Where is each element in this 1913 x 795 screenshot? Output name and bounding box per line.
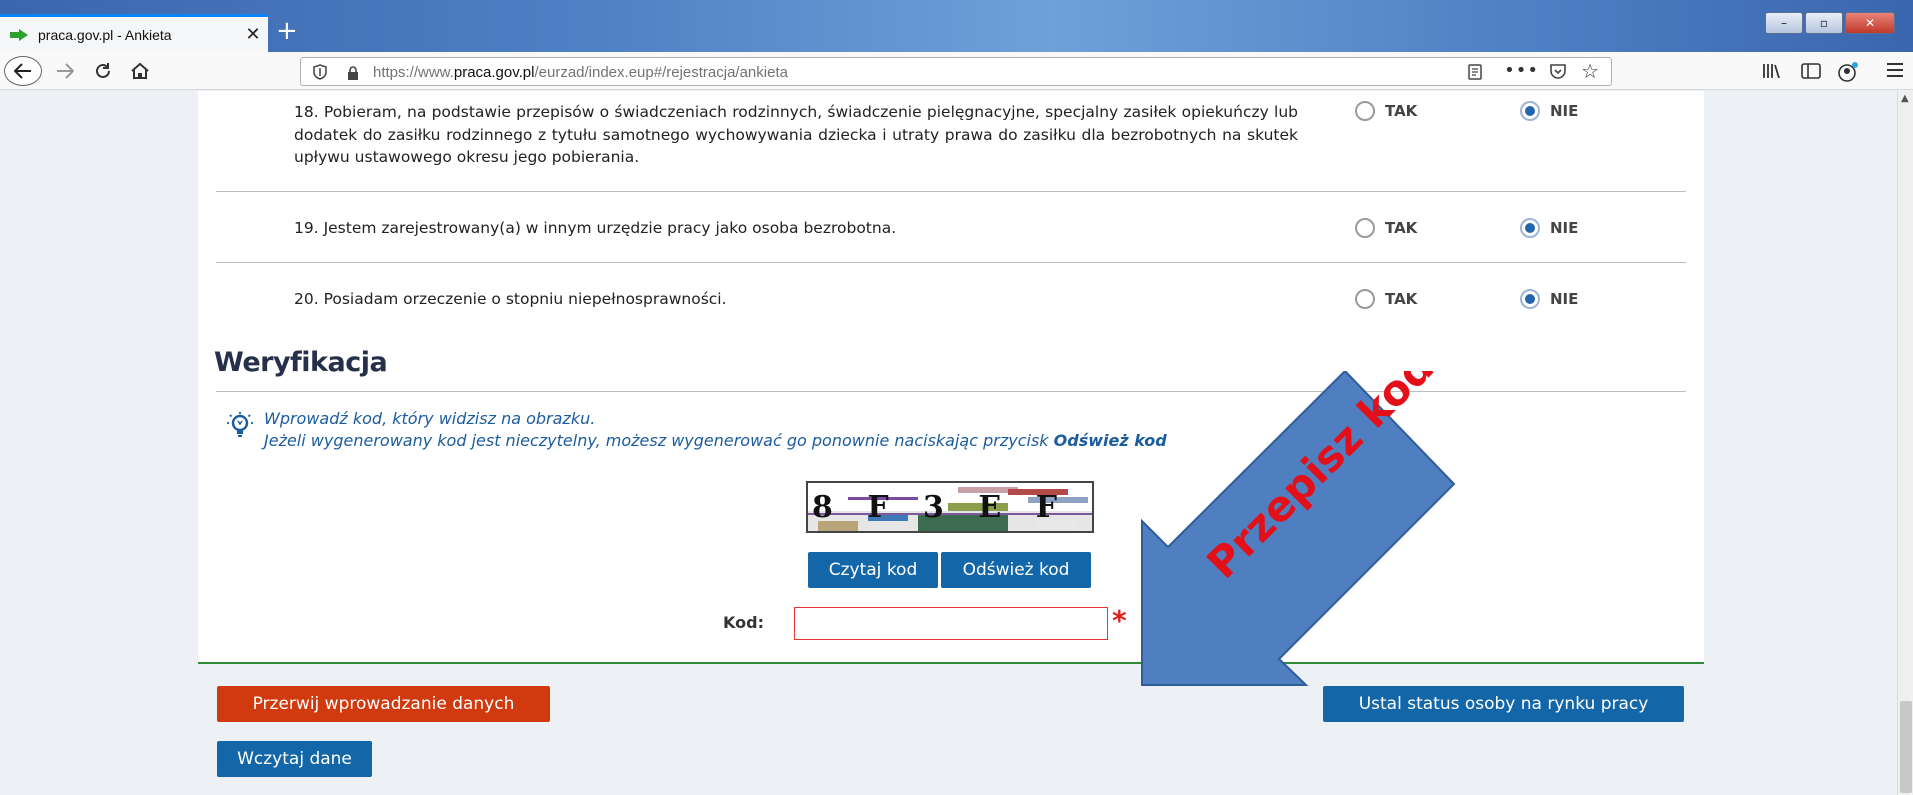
- verification-hint-line2: Jeżeli wygenerowany kod jest nieczytelny…: [264, 431, 1167, 450]
- library-icon[interactable]: [1762, 62, 1782, 84]
- navigation-toolbar: https://www.praca.gov.pl/eurzad/index.eu…: [0, 52, 1913, 90]
- forward-arrow-icon: [57, 63, 74, 79]
- refresh-code-button[interactable]: Odśwież kod: [941, 552, 1091, 588]
- new-tab-button[interactable]: +: [276, 18, 298, 44]
- option-label: NIE: [1550, 102, 1579, 120]
- window-title-bar: praca.gov.pl - Ankieta ✕ + – ▫ ✕: [0, 0, 1913, 52]
- hamburger-menu-icon[interactable]: [1886, 62, 1904, 82]
- option-label: TAK: [1385, 290, 1418, 308]
- tracking-shield-icon[interactable]: [313, 64, 327, 84]
- home-button[interactable]: [126, 57, 154, 85]
- radio-button[interactable]: [1355, 289, 1375, 309]
- question-20-option-tak[interactable]: TAK: [1355, 289, 1417, 309]
- option-label: NIE: [1550, 290, 1579, 308]
- maximize-button[interactable]: ▫: [1805, 12, 1843, 34]
- question-18-option-tak[interactable]: TAK: [1355, 101, 1417, 121]
- determine-status-button[interactable]: Ustal status osoby na rynku pracy: [1323, 686, 1684, 722]
- scroll-up-arrow-icon[interactable]: ▲: [1901, 93, 1909, 104]
- question-20-text: 20. Posiadam orzeczenie o stopniu niepeł…: [294, 290, 727, 308]
- code-input[interactable]: [794, 607, 1108, 640]
- annotation-arrow: Przepisz kod: [1141, 371, 1456, 686]
- browser-window: praca.gov.pl - Ankieta ✕ + – ▫ ✕ https:/…: [0, 0, 1913, 795]
- hint-text: Jeżeli wygenerowany kod jest nieczytelny…: [264, 431, 1054, 450]
- forward-button[interactable]: [52, 57, 78, 85]
- url-prefix: https://www.: [373, 64, 454, 81]
- bookmark-star-icon[interactable]: ☆: [1581, 59, 1599, 83]
- read-code-button[interactable]: Czytaj kod: [808, 552, 938, 588]
- vertical-scrollbar[interactable]: ▲: [1897, 91, 1913, 795]
- url-domain: praca.gov.pl: [453, 64, 535, 81]
- radio-button[interactable]: [1355, 101, 1375, 121]
- secure-lock-icon[interactable]: [347, 65, 359, 84]
- radio-button-selected[interactable]: [1520, 289, 1540, 309]
- radio-button-selected[interactable]: [1520, 218, 1540, 238]
- question-separator: [216, 262, 1686, 263]
- question-separator: [216, 191, 1686, 192]
- lightbulb-hint-icon: [226, 411, 254, 445]
- address-bar[interactable]: https://www.praca.gov.pl/eurzad/index.eu…: [300, 57, 1612, 86]
- option-label: TAK: [1385, 219, 1418, 237]
- url-path: /eurzad/index.eup#/rejestracja/ankieta: [534, 64, 788, 81]
- radio-button[interactable]: [1355, 218, 1375, 238]
- tab-title: praca.gov.pl - Ankieta: [38, 26, 172, 43]
- close-window-button[interactable]: ✕: [1845, 12, 1895, 34]
- home-icon: [131, 62, 149, 79]
- question-18-text: 18. Pobieram, na podstawie przepisów o ś…: [294, 103, 1298, 166]
- question-19-option-tak[interactable]: TAK: [1355, 218, 1417, 238]
- minimize-button[interactable]: –: [1765, 12, 1803, 34]
- reader-view-icon[interactable]: [1467, 64, 1483, 84]
- pocket-icon[interactable]: [1549, 63, 1567, 83]
- reload-button[interactable]: [90, 57, 116, 85]
- radio-button-selected[interactable]: [1520, 101, 1540, 121]
- load-data-button[interactable]: Wczytaj dane: [217, 741, 372, 777]
- tab-close-icon[interactable]: ✕: [238, 24, 268, 45]
- captcha-image: 8 F 3 E F 1: [806, 481, 1094, 533]
- sidebar-icon[interactable]: [1801, 62, 1821, 84]
- abort-entry-button[interactable]: Przerwij wprowadzanie danych: [217, 686, 550, 722]
- back-arrow-icon: [14, 63, 31, 79]
- option-label: NIE: [1550, 219, 1579, 237]
- required-marker: *: [1112, 604, 1127, 637]
- browser-tab-active[interactable]: praca.gov.pl - Ankieta ✕: [0, 14, 268, 52]
- window-controls: – ▫ ✕: [1765, 12, 1895, 34]
- reload-icon: [96, 63, 110, 78]
- url-text[interactable]: https://www.praca.gov.pl/eurzad/index.eu…: [373, 64, 788, 81]
- question-20-option-nie[interactable]: NIE: [1520, 289, 1578, 309]
- question-19-option-nie[interactable]: NIE: [1520, 218, 1578, 238]
- code-label: Kod:: [723, 613, 764, 632]
- verification-heading: Weryfikacja: [214, 347, 388, 378]
- green-arrow-favicon-icon: [10, 28, 28, 41]
- captcha-text: 8 F 3 E F 1: [812, 490, 1092, 525]
- question-18-option-nie[interactable]: NIE: [1520, 101, 1578, 121]
- back-button[interactable]: [4, 56, 42, 86]
- option-label: TAK: [1385, 102, 1418, 120]
- scrollbar-thumb[interactable]: [1900, 701, 1912, 793]
- page-viewport: 18. Pobieram, na podstawie przepisów o ś…: [0, 91, 1913, 795]
- question-19-text: 19. Jestem zarejestrowany(a) w innym urz…: [294, 219, 897, 237]
- page-actions-menu-icon[interactable]: •••: [1504, 60, 1539, 81]
- verification-hint-line1: Wprowadź kod, który widzisz na obrazku.: [264, 409, 596, 428]
- account-icon[interactable]: [1837, 62, 1859, 86]
